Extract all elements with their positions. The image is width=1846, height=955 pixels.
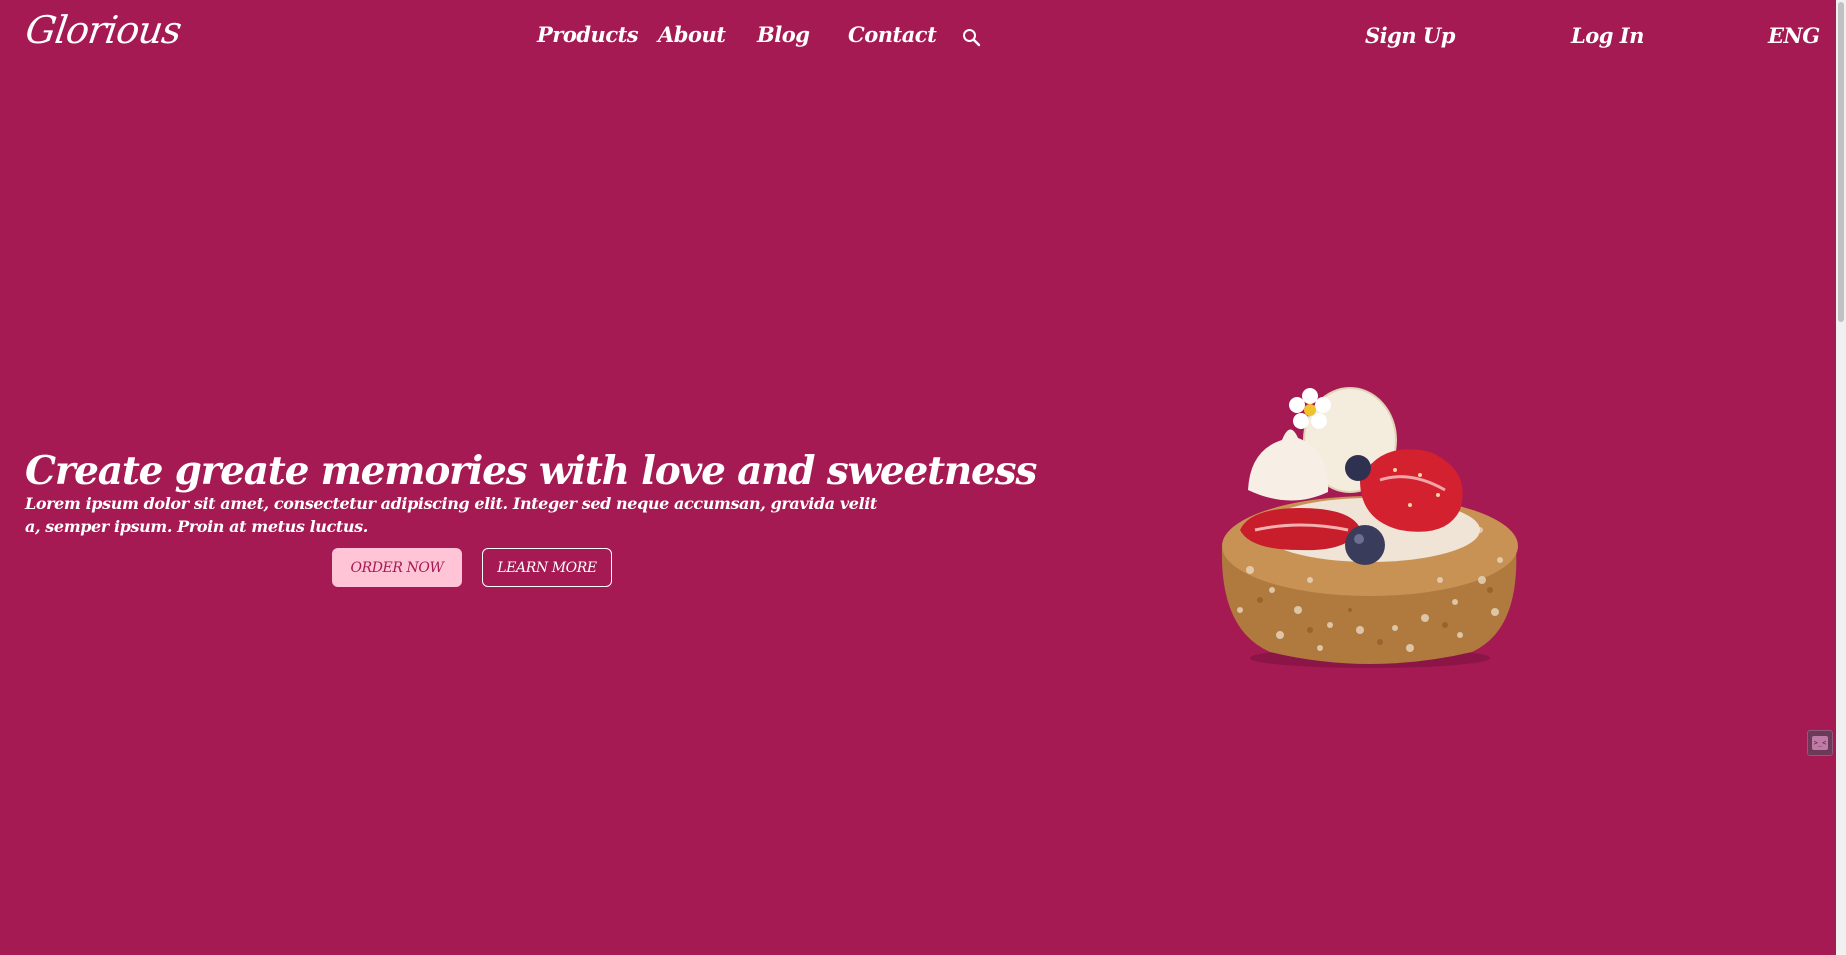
dev-widget-button[interactable]: >_<	[1807, 730, 1833, 756]
scrollbar-thumb[interactable]	[1838, 2, 1844, 322]
site-header: Glorious Products About Blog Contact Sig…	[0, 0, 1836, 80]
nav-blog-link[interactable]: Blog	[757, 22, 810, 47]
sign-up-link[interactable]: Sign Up	[1365, 23, 1455, 48]
nav-about-link[interactable]: About	[658, 22, 726, 47]
page: Glorious Products About Blog Contact Sig…	[0, 0, 1846, 955]
log-in-link[interactable]: Log In	[1571, 23, 1644, 48]
dev-widget-icon: >_<	[1812, 736, 1828, 750]
search-icon[interactable]	[961, 27, 983, 49]
hero-description: Lorem ipsum dolor sit amet, consectetur …	[25, 494, 877, 536]
order-now-button[interactable]: ORDER NOW	[332, 548, 462, 587]
language-selector[interactable]: ENG	[1768, 23, 1820, 48]
nav-contact-link[interactable]: Contact	[848, 22, 937, 47]
vertical-scrollbar[interactable]	[1836, 0, 1846, 955]
hero-title: Create greate memories with love and swe…	[25, 448, 1037, 494]
nav-products-link[interactable]: Products	[537, 22, 639, 47]
logo[interactable]: Glorious	[23, 8, 184, 52]
cake-image	[1210, 380, 1530, 680]
learn-more-button[interactable]: LEARN MORE	[482, 548, 612, 587]
